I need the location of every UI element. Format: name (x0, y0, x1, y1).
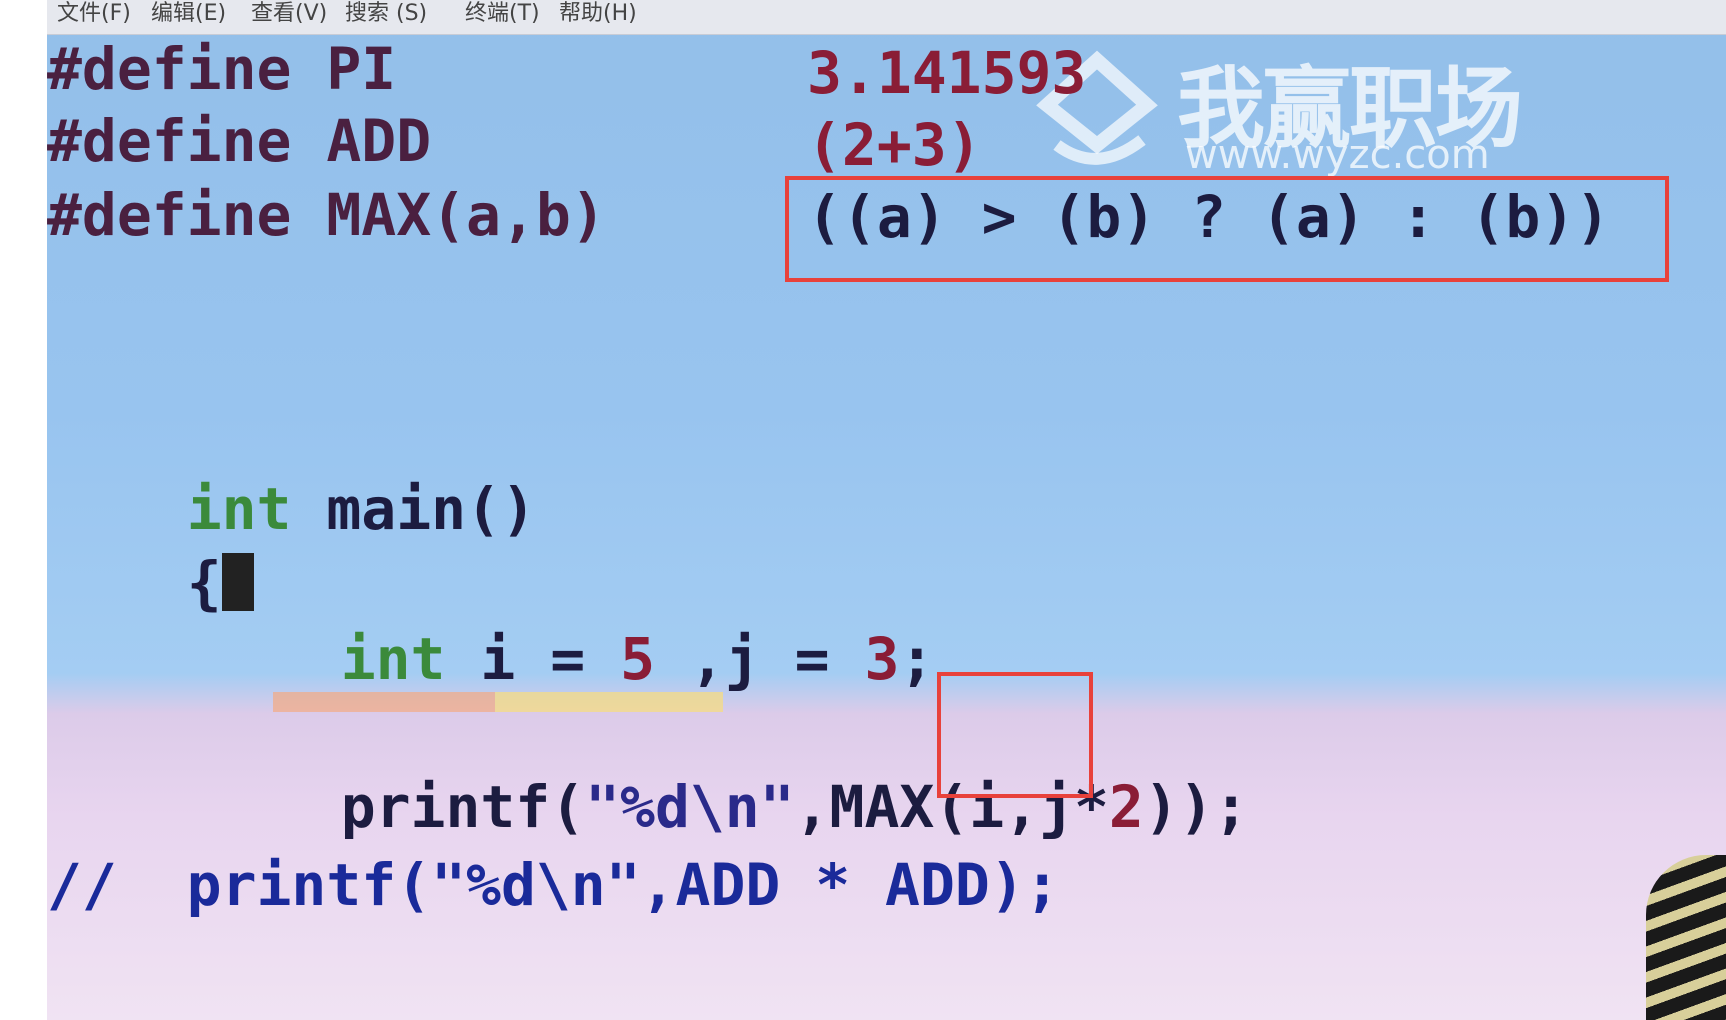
keyword-int: int (340, 625, 446, 693)
decl-j-value: 3 (864, 625, 900, 693)
printf-close: )); (1143, 773, 1249, 841)
menu-terminal[interactable]: 终端(T) (465, 0, 540, 28)
main-signature: main() (291, 475, 536, 543)
printf-call: printf( (340, 773, 586, 841)
menu-help[interactable]: 帮助(H) (559, 0, 637, 28)
annotation-box-max-expansion (785, 176, 1669, 282)
code-line-define-pi: #define PI (47, 35, 397, 103)
code-value-add: (2+3) (807, 111, 982, 179)
watermark-url: www.wyzc.com (1185, 132, 1490, 178)
decl-i-value: 5 (620, 625, 655, 693)
annotation-box-j-times-2 (937, 672, 1093, 798)
code-line-comment: // printf("%d\n",ADD * ADD); (47, 851, 1060, 919)
code-value-pi: 3.141593 (807, 39, 1087, 107)
code-line-define-add: #define ADD (47, 107, 432, 175)
terminal-window: 文件(F) 编辑(E) 查看(V) 搜索 (S) 终端(T) 帮助(H) 我赢职… (47, 0, 1726, 1020)
code-line-define-max: #define MAX(a,b) (47, 181, 606, 249)
menu-bar: 文件(F) 编辑(E) 查看(V) 搜索 (S) 终端(T) 帮助(H) (47, 0, 1726, 35)
decl-i: i = (445, 625, 621, 693)
format-string: "%d\n" (585, 773, 795, 841)
menu-edit[interactable]: 编辑(E) (151, 0, 226, 28)
arg-number: 2 (1108, 773, 1144, 841)
decl-end: ; (899, 625, 935, 693)
menu-file[interactable]: 文件(F) (57, 0, 131, 28)
menu-view[interactable]: 查看(V) (251, 0, 327, 28)
menu-search[interactable]: 搜索 (S) (345, 0, 427, 28)
decl-j: ,j = (654, 625, 865, 693)
presenter-shoulder (1646, 855, 1726, 1020)
